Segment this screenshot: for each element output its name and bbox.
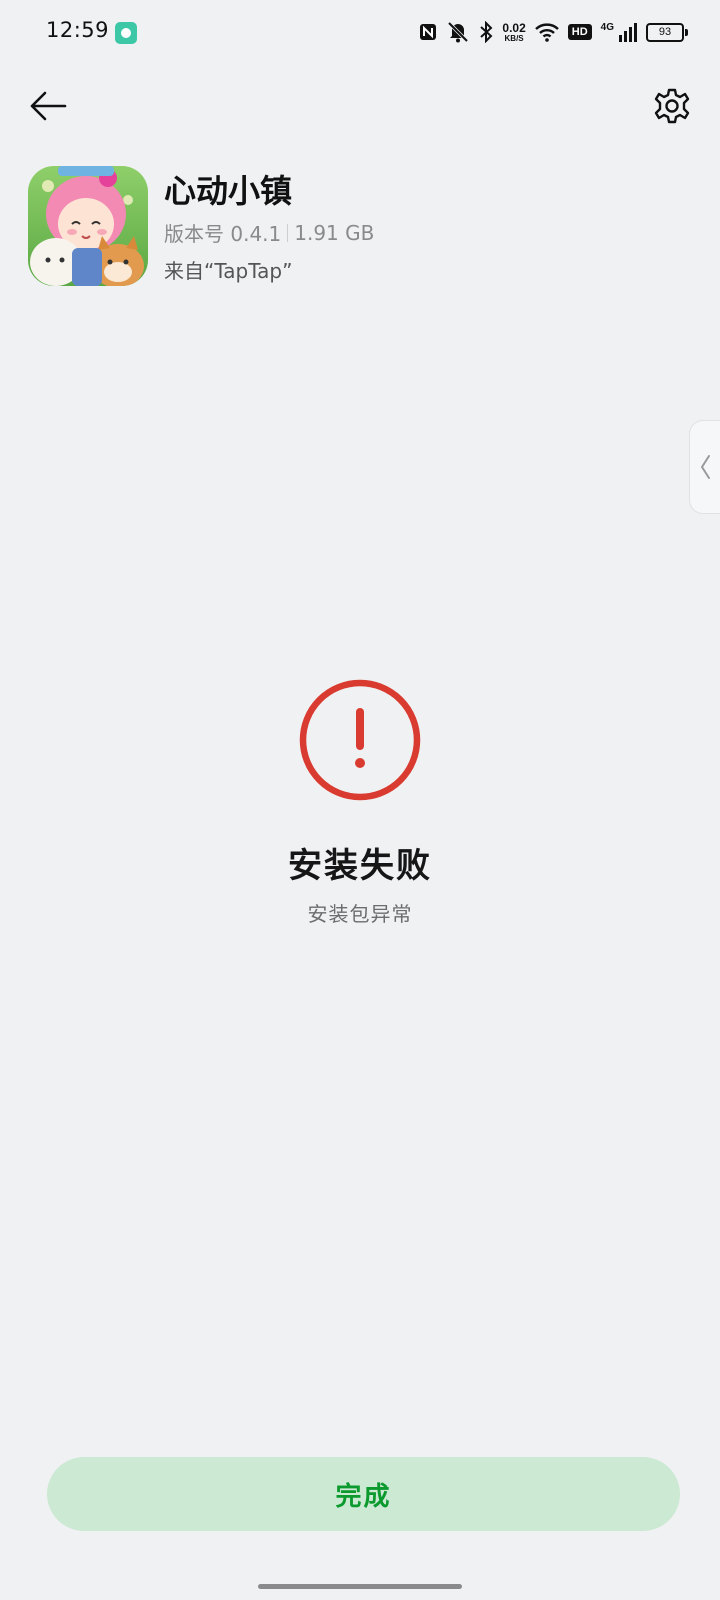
network-speed-unit: KB/S [504,33,524,43]
app-size: 1.91 GB [294,220,375,245]
done-button[interactable]: 完成 [47,1457,680,1531]
mute-bell-icon [446,21,470,43]
status-icons: 0.02 KB/S HD 4G 93 [419,18,688,46]
chevron-left-icon [700,455,710,479]
bluetooth-icon [479,21,493,43]
app-version: 版本号 0.4.1 [164,222,282,247]
network-type: 4G [600,21,614,33]
app-source: 来自“TapTap” [164,259,293,284]
nfc-icon [419,23,437,41]
battery-level: 93 [658,26,672,38]
app-icon [28,166,148,286]
app-meta: 心动小镇 版本号 0.4.1 1.91 GB 来自“TapTap” [164,166,374,286]
result-subtitle: 安装包异常 [307,902,413,926]
network-speed: 0.02 KB/S [502,22,525,43]
gear-icon [654,88,690,124]
app-name: 心动小镇 [164,172,293,210]
app-info: 心动小镇 版本号 0.4.1 1.91 GB 来自“TapTap” [28,166,374,286]
notification-app-icon [115,22,137,44]
arrow-left-icon [30,91,67,121]
wifi-icon [534,22,559,42]
status-bar: 12:59 0.02 KB/S HD 4G 93 [0,0,720,64]
error-exclamation-icon [298,678,422,802]
divider [287,223,289,242]
network-speed-value: 0.02 [502,20,526,35]
battery-indicator: 93 [646,22,688,42]
hd-badge: HD [567,24,592,40]
home-indicator[interactable] [258,1584,462,1589]
back-button[interactable] [26,84,70,128]
result-title: 安装失败 [288,846,432,886]
status-time: 12:59 [46,18,110,42]
app-version-row: 版本号 0.4.1 1.91 GB [164,218,374,247]
signal-icon [619,22,637,42]
side-panel-handle[interactable] [689,420,720,514]
settings-button[interactable] [650,84,694,128]
